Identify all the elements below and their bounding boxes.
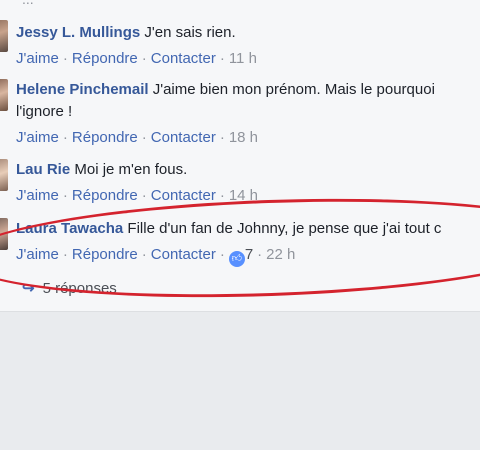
comment-actions: J'aime · Répondre · Contacter · 11 h [16,50,257,67]
avatar[interactable] [0,79,8,111]
like-link[interactable]: J'aime [16,50,59,67]
reply-link[interactable]: Répondre [72,50,138,67]
avatar[interactable] [0,159,8,191]
comment-author[interactable]: Helene Pinchemail [16,81,149,98]
comment-author[interactable]: Lau Rie [16,161,70,178]
like-link[interactable]: J'aime [16,187,59,204]
partial-previous-row: ... [22,0,34,7]
comments-panel: ... Jessy L. Mullings J'en sais rien. J'… [0,0,480,312]
comment-timestamp[interactable]: 18 h [229,129,258,146]
avatar[interactable] [0,20,8,52]
comment-body: J'en sais rien. [140,24,236,41]
red-highlight-oval [0,189,480,307]
contact-link[interactable]: Contacter [151,50,216,67]
comment-timestamp[interactable]: 11 h [229,50,257,67]
comment-body: J'aime bien mon prénom. Mais le pourquoi [148,81,435,98]
contact-link[interactable]: Contacter [151,187,216,204]
comment-text: Helene Pinchemail J'aime bien mon prénom… [16,79,435,101]
comment-text: Lau Rie Moi je m'en fous. [16,159,187,181]
comment-actions: J'aime · Répondre · Contacter · 18 h [16,129,259,146]
contact-link[interactable]: Contacter [151,129,216,146]
comment-text-continued: l'ignore ! [16,103,73,120]
comment-body: Moi je m'en fous. [70,161,188,178]
comment-author[interactable]: Jessy L. Mullings [16,24,140,41]
comment-text: Jessy L. Mullings J'en sais rien. [16,22,236,44]
reply-link[interactable]: Répondre [72,129,138,146]
reply-link[interactable]: Répondre [72,187,138,204]
like-link[interactable]: J'aime [16,129,59,146]
